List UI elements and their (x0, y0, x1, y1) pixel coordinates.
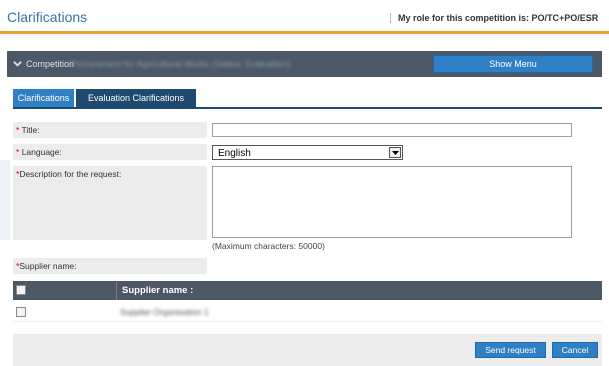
language-select[interactable]: English (212, 145, 403, 160)
tab-evaluation-clarifications[interactable]: Evaluation Clarifications (76, 89, 196, 107)
supplier-table-header: Supplier name : (13, 281, 602, 300)
title-input[interactable] (212, 123, 572, 137)
description-textarea[interactable] (212, 166, 572, 238)
dropdown-arrow-icon[interactable] (389, 147, 401, 158)
header-divider (116, 281, 117, 300)
competition-bar[interactable]: Competition Procurement for Agricultural… (7, 51, 602, 77)
show-menu-button[interactable]: Show Menu (433, 55, 593, 73)
cancel-button[interactable]: Cancel (552, 342, 598, 358)
chevron-down-icon[interactable] (13, 59, 22, 68)
language-selected-value: English (218, 148, 251, 159)
description-label: *Description for the request: (13, 166, 207, 240)
page-header: Clarifications My role for this competit… (0, 0, 609, 34)
title-label-text: Title: (21, 125, 40, 135)
supplier-name-label: *Supplier name: (13, 258, 207, 274)
required-marker: * (16, 125, 20, 135)
language-label-text: Language: (21, 147, 62, 157)
max-characters-note: (Maximum characters: 50000) (212, 241, 325, 251)
competition-label: Competition (26, 59, 75, 69)
competition-name: Procurement for Agricultural Works (Stat… (70, 59, 291, 69)
form-footer: Send request Cancel (13, 334, 602, 366)
supplier-column-header: Supplier name : (122, 285, 194, 296)
side-decoration (0, 160, 10, 240)
description-label-text: Description for the request: (19, 169, 122, 179)
send-request-button[interactable]: Send request (475, 342, 546, 358)
tab-clarifications[interactable]: Clarifications (13, 89, 74, 107)
required-marker: * (16, 147, 20, 157)
supplier-row-name: Supplier Organisation 1 (120, 307, 209, 317)
role-text: My role for this competition is: PO/TC+P… (390, 13, 598, 23)
page-title: Clarifications (7, 9, 88, 25)
supplier-name-label-text: Supplier name: (19, 261, 77, 271)
select-all-checkbox[interactable] (16, 285, 26, 295)
language-label: * Language: (13, 144, 207, 160)
tab-underline (13, 107, 602, 109)
table-row: Supplier Organisation 1 (13, 302, 602, 322)
supplier-row-checkbox[interactable] (16, 307, 26, 317)
title-label: * Title: (13, 122, 207, 138)
